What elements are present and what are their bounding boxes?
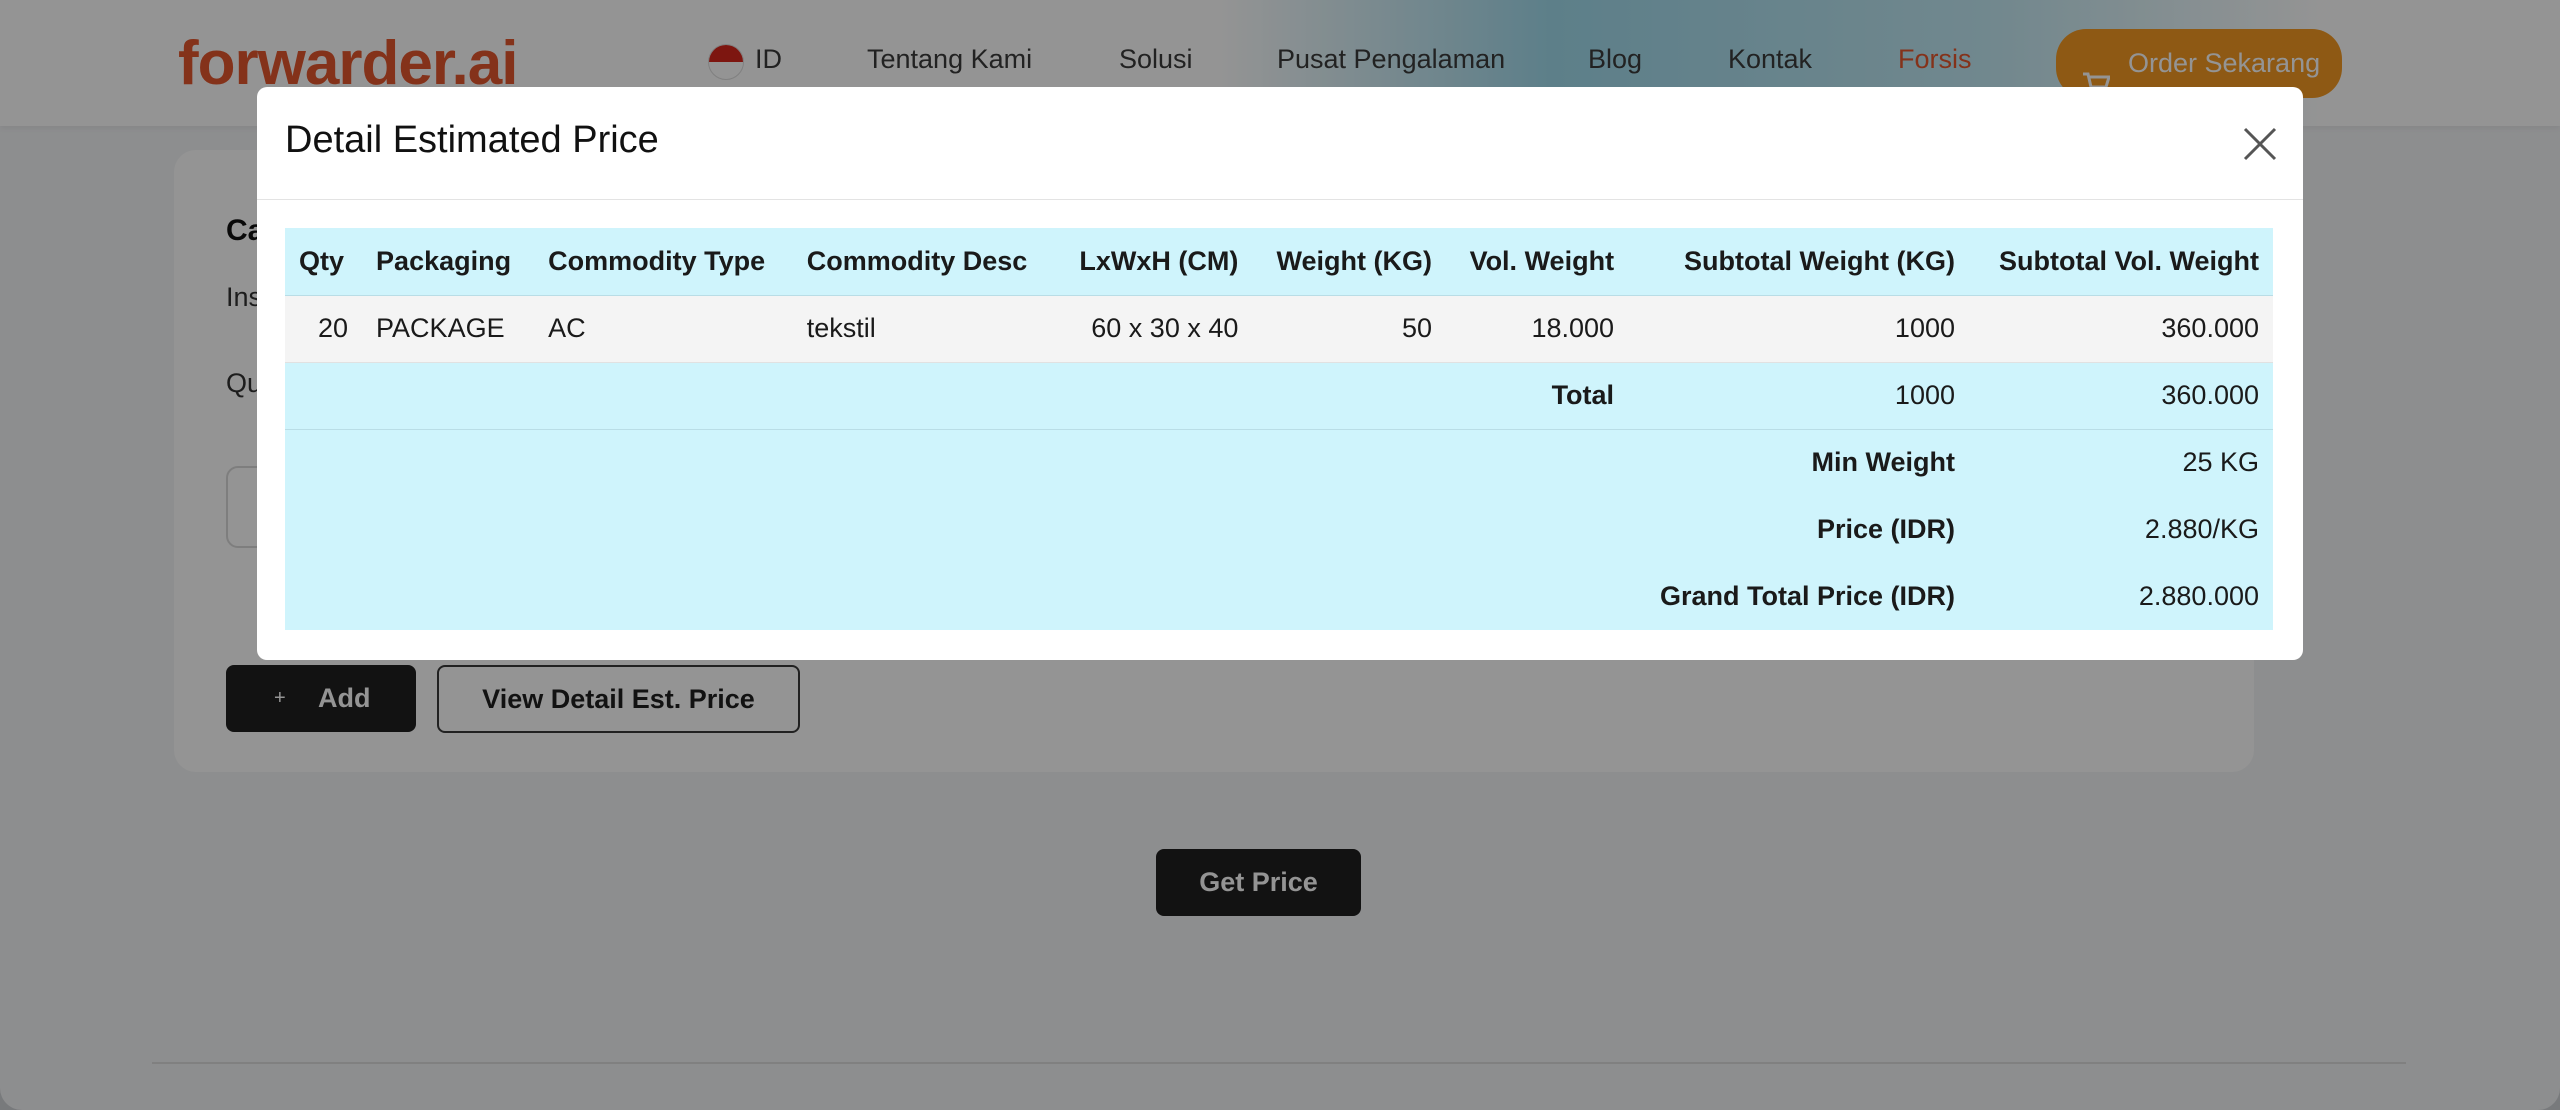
column-header: Commodity Type [534,228,793,296]
cell-subtotal-weight: 1000 [1628,295,1969,363]
price-value: 2.880/KG [2144,514,2259,544]
summary-row-min-weight: Min Weight 25 KG [285,429,2273,496]
min-weight-value: 25 KG [2182,447,2259,478]
cell-dimensions: 60 x 30 x 40 [1055,295,1253,363]
modal-title: Detail Estimated Price [285,119,659,161]
column-header: Weight (KG) [1252,228,1447,296]
grand-total-label: Grand Total Price (IDR) [1659,581,1955,611]
estimated-price-table: Qty Packaging Commodity Type Commodity D… [285,228,2273,630]
column-header: Subtotal Weight (KG) [1628,228,1969,296]
grand-total-value: 2.880.000 [2138,581,2259,611]
close-icon[interactable] [2241,125,2279,163]
min-weight-label: Min Weight [1811,447,1955,478]
table-header-row: Qty Packaging Commodity Type Commodity D… [285,228,2273,296]
cell-packaging: PACKAGE [362,295,535,363]
detail-estimated-price-modal: Detail Estimated Price Qty Packaging Com… [257,87,2303,660]
cell-commodity-type: AC [534,295,793,363]
summary-row-price: Price (IDR) 2.880/KG [285,496,2273,563]
column-header: Qty [285,228,363,296]
cell-commodity-desc: tekstil [792,295,1056,363]
total-weight: 1000 [1628,362,1969,430]
total-row: Total 1000 360.000 [285,362,2273,430]
cell-vol-weight: 18.000 [1446,295,1629,363]
modal-header: Detail Estimated Price [257,87,2303,200]
total-label: Total [1446,362,1629,430]
column-header: Commodity Desc [792,228,1056,296]
cell-weight: 50 [1252,295,1447,363]
cell-subtotal-vol-weight: 360.000 [1969,295,2273,363]
column-header: LxWxH (CM) [1055,228,1253,296]
column-header: Packaging [362,228,535,296]
price-label: Price (IDR) [1816,514,1955,544]
column-header: Vol. Weight [1446,228,1629,296]
column-header: Subtotal Vol. Weight [1969,228,2273,296]
total-vol-weight: 360.000 [1969,362,2273,430]
summary-row-grand-total: Grand Total Price (IDR) 2.880.000 [285,563,2273,630]
cell-qty: 20 [285,295,363,363]
table-row: 20 PACKAGE AC tekstil 60 x 30 x 40 50 18… [285,295,2273,363]
